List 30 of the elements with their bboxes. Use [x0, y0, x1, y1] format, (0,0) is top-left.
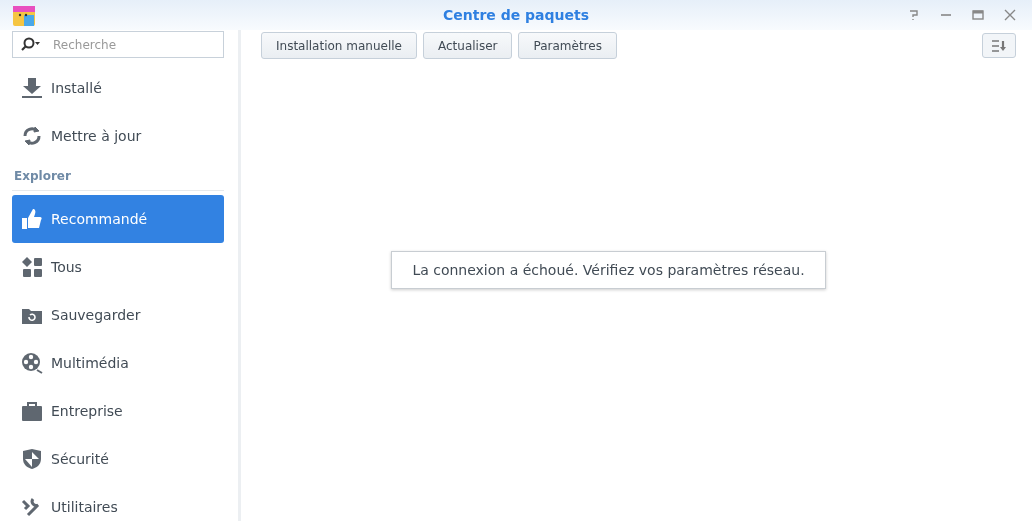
tiles-icon — [21, 256, 43, 278]
sort-icon — [991, 39, 1007, 52]
nav-item[interactable]: Sécurité — [12, 435, 224, 483]
app-logo-icon — [12, 3, 36, 27]
nav-item[interactable]: Mettre à jour — [12, 112, 224, 160]
film-reel-icon — [21, 352, 43, 374]
shield-icon — [21, 448, 43, 470]
nav-item[interactable]: Multimédia — [12, 339, 224, 387]
refresh-icon — [21, 125, 43, 147]
search-icon — [20, 37, 42, 51]
nav-item[interactable]: Entreprise — [12, 387, 224, 435]
nav-item[interactable]: Utilitaires — [12, 483, 224, 521]
nav-item[interactable]: Sauvegarder — [12, 291, 224, 339]
nav-item[interactable]: Recommandé — [12, 195, 224, 243]
nav-item[interactable]: Installé — [12, 64, 224, 112]
window-title: Centre de paquets — [442, 7, 590, 23]
maximize-icon[interactable] — [972, 9, 984, 21]
close-icon[interactable] — [1004, 9, 1016, 21]
toolbar-button[interactable]: Paramètres — [518, 32, 617, 59]
help-icon[interactable] — [908, 9, 920, 21]
toolbar-button[interactable]: Actualiser — [422, 32, 513, 59]
thumbs-up-icon — [21, 208, 43, 230]
toolbar-button[interactable]: Installation manuelle — [261, 32, 417, 59]
sort-button[interactable] — [982, 33, 1016, 58]
briefcase-icon — [21, 400, 43, 422]
error-message: La connexion a échoué. Vérifiez vos paramètres réseau. — [391, 251, 826, 289]
nav-item[interactable]: Tous — [12, 243, 224, 291]
download-icon — [21, 77, 43, 99]
search-field[interactable]: Recherche — [12, 31, 224, 58]
section-title: Explorer — [12, 160, 224, 191]
